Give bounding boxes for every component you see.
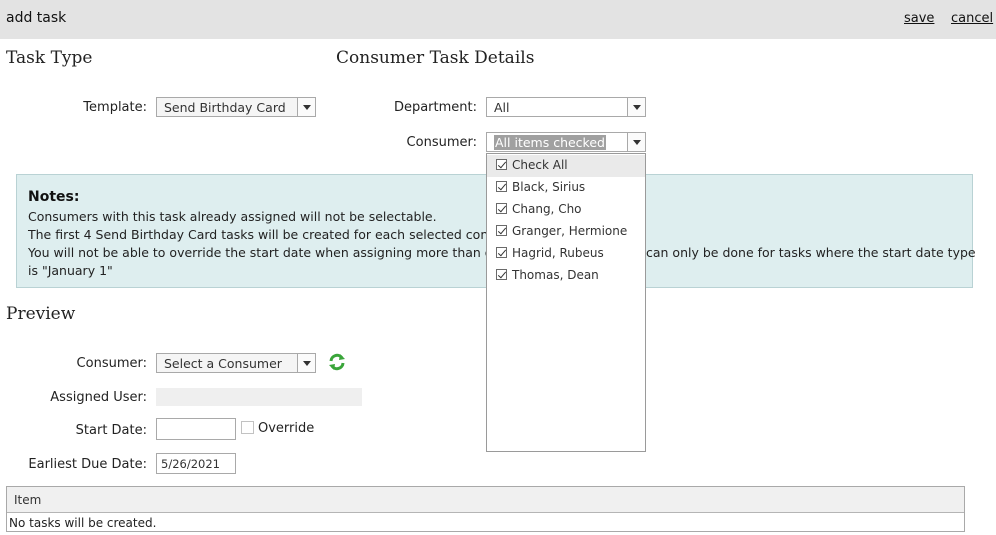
- option-check-all[interactable]: Check All: [487, 155, 645, 177]
- notes-line-3-tail: can only be done for tasks where the sta…: [646, 245, 976, 260]
- checkbox-checked-icon[interactable]: [496, 181, 507, 192]
- preview-heading: Preview: [6, 304, 76, 324]
- preview-consumer-combobox[interactable]: Select a Consumer: [156, 353, 316, 373]
- task-type-heading: Task Type: [6, 48, 93, 68]
- option-label: Check All: [512, 158, 568, 172]
- consumer-label: Consumer:: [406, 135, 477, 150]
- chevron-down-icon[interactable]: [627, 98, 645, 116]
- assigned-user-label: Assigned User:: [50, 390, 147, 405]
- grid-header-row: Item: [7, 487, 964, 513]
- title-bar: [0, 0, 996, 39]
- chevron-down-icon[interactable]: [627, 133, 645, 151]
- checkbox-checked-icon[interactable]: [496, 203, 507, 214]
- option-consumer[interactable]: Black, Sirius: [487, 177, 645, 199]
- assigned-user-field: [156, 388, 362, 406]
- department-label: Department:: [393, 100, 477, 115]
- option-consumer[interactable]: Thomas, Dean: [487, 265, 645, 287]
- earliest-due-date-label: Earliest Due Date:: [28, 457, 147, 472]
- checkbox-checked-icon[interactable]: [496, 269, 507, 280]
- option-consumer[interactable]: Hagrid, Rubeus: [487, 243, 645, 265]
- start-date-label: Start Date:: [75, 423, 147, 438]
- notes-title: Notes:: [28, 189, 80, 205]
- checkbox-checked-icon[interactable]: [496, 159, 507, 170]
- checkbox-checked-icon[interactable]: [496, 247, 507, 258]
- preview-consumer-placeholder: Select a Consumer: [164, 356, 282, 371]
- checkbox-checked-icon[interactable]: [496, 225, 507, 236]
- override-label: Override: [258, 421, 315, 436]
- template-label: Template:: [83, 100, 147, 115]
- option-label: Hagrid, Rubeus: [512, 246, 604, 260]
- grid-column-item[interactable]: Item: [14, 493, 41, 507]
- cancel-link[interactable]: cancel: [951, 11, 993, 26]
- chevron-down-icon[interactable]: [297, 354, 315, 372]
- consumer-combobox[interactable]: All items checked: [486, 132, 646, 152]
- option-label: Black, Sirius: [512, 180, 586, 194]
- save-link[interactable]: save: [904, 11, 934, 26]
- notes-line-1: Consumers with this task already assigne…: [28, 209, 437, 224]
- notes-line-4: is "January 1": [28, 263, 113, 278]
- notes-line-2: The first 4 Send Birthday Card tasks wil…: [28, 227, 515, 242]
- option-label: Granger, Hermione: [512, 224, 628, 238]
- consumer-dropdown-list: Check All Black, Sirius Chang, Cho Grang…: [486, 153, 646, 452]
- grid-empty-message: No tasks will be created.: [9, 516, 157, 530]
- department-value: All: [494, 100, 510, 115]
- template-combobox[interactable]: Send Birthday Card: [156, 97, 316, 117]
- consumer-task-details-heading: Consumer Task Details: [336, 48, 535, 68]
- tasks-grid: Item No tasks will be created.: [6, 486, 965, 532]
- preview-consumer-label: Consumer:: [76, 356, 147, 371]
- override-checkbox[interactable]: [241, 421, 254, 434]
- option-label: Chang, Cho: [512, 202, 582, 216]
- earliest-due-date-field[interactable]: 5/26/2021: [156, 453, 236, 474]
- dialog-title: add task: [6, 10, 67, 26]
- template-value: Send Birthday Card: [164, 100, 286, 115]
- option-label: Thomas, Dean: [512, 268, 599, 282]
- refresh-icon[interactable]: [327, 352, 347, 372]
- earliest-due-date-value: 5/26/2021: [161, 457, 220, 471]
- department-combobox[interactable]: All: [486, 97, 646, 117]
- option-consumer[interactable]: Granger, Hermione: [487, 221, 645, 243]
- notes-line-3: You will not be able to override the sta…: [28, 245, 501, 260]
- option-consumer[interactable]: Chang, Cho: [487, 199, 645, 221]
- chevron-down-icon[interactable]: [297, 98, 315, 116]
- consumer-value: All items checked: [494, 135, 606, 150]
- start-date-input[interactable]: [156, 418, 236, 440]
